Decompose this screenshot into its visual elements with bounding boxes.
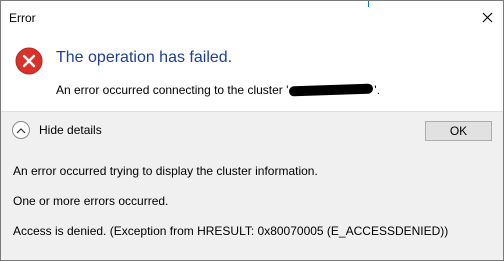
title-bar: Error: [1, 1, 503, 33]
error-message-prefix: An error occurred connecting to the clus…: [56, 83, 289, 97]
details-panel: An error occurred trying to display the …: [1, 152, 503, 260]
error-icon: [15, 47, 43, 75]
detail-line: One or more errors occurred.: [13, 194, 169, 208]
button-band: Hide details OK: [1, 111, 503, 153]
close-icon: [482, 12, 492, 22]
error-dialog: Error The operation has failed. An error…: [0, 0, 504, 261]
dialog-header: The operation has failed. An error occur…: [1, 33, 503, 111]
hide-details-toggle[interactable]: Hide details: [12, 121, 102, 139]
main-instruction: The operation has failed.: [56, 49, 233, 66]
hide-details-label: Hide details: [39, 123, 102, 137]
close-button[interactable]: [477, 7, 497, 27]
title-accent-line: [368, 1, 369, 7]
detail-line: Access is denied. (Exception from HRESUL…: [13, 224, 449, 238]
ok-button[interactable]: OK: [425, 121, 492, 141]
error-message-suffix: '.: [374, 83, 381, 97]
error-message: An error occurred connecting to the clus…: [56, 83, 380, 97]
chevron-up-icon: [12, 121, 30, 139]
redacted-cluster-name: [289, 83, 374, 97]
window-title: Error: [9, 11, 36, 25]
detail-line: An error occurred trying to display the …: [13, 164, 318, 178]
